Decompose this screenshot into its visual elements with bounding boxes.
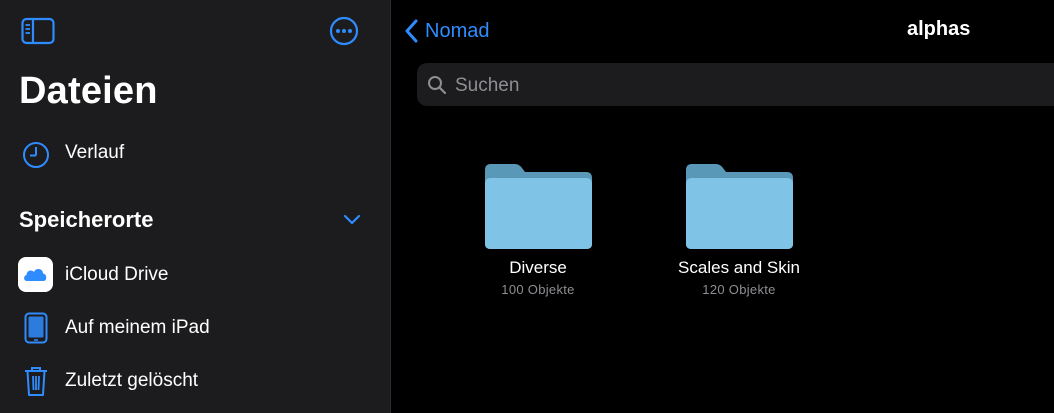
sidebar-item-recently-deleted[interactable]: Zuletzt gelöscht <box>0 363 390 399</box>
ipad-icon <box>24 312 48 344</box>
search-bar[interactable] <box>417 63 1054 108</box>
sidebar-title: Dateien <box>19 70 158 112</box>
folder-item-count: 100 Objekte <box>501 282 575 297</box>
sidebar-item-label: Verlauf <box>65 142 125 163</box>
sidebar-item-label: Zuletzt gelöscht <box>65 370 199 391</box>
folder-icon <box>485 164 592 249</box>
sidebar-item-recents[interactable]: Verlauf <box>0 138 390 170</box>
page-title: alphas <box>907 18 971 40</box>
chevron-down-icon[interactable] <box>343 213 361 227</box>
search-icon <box>428 76 447 95</box>
trash-icon <box>25 367 47 396</box>
icloud-drive-icon <box>18 257 53 292</box>
sidebar-item-label: Auf meinem iPad <box>65 317 210 338</box>
folder-name: Diverse <box>509 258 567 277</box>
section-title-locations: Speicherorte <box>19 207 154 232</box>
main-content: Nomad alphas Diverse 100 Objekte Scales … <box>391 0 1054 413</box>
sidebar: Dateien Verlauf Speicherorte iCloud Driv… <box>0 0 390 413</box>
clock-icon <box>23 142 49 168</box>
sidebar-toggle-icon[interactable] <box>21 17 55 45</box>
sidebar-item-on-my-ipad[interactable]: Auf meinem iPad <box>0 310 390 346</box>
back-button-label: Nomad <box>425 19 490 42</box>
sidebar-item-icloud-drive[interactable]: iCloud Drive <box>0 256 390 294</box>
search-input[interactable] <box>453 63 1037 108</box>
more-options-icon[interactable] <box>329 16 359 46</box>
chevron-left-icon <box>405 19 418 43</box>
folder-name: Scales and Skin <box>678 258 800 277</box>
sidebar-item-label: iCloud Drive <box>65 264 169 285</box>
folder-item[interactable]: Scales and Skin 120 Objekte <box>649 160 829 310</box>
folder-item-count: 120 Objekte <box>702 282 776 297</box>
back-button[interactable]: Nomad <box>405 17 489 45</box>
folder-item[interactable]: Diverse 100 Objekte <box>448 160 628 310</box>
folder-icon <box>686 164 793 249</box>
